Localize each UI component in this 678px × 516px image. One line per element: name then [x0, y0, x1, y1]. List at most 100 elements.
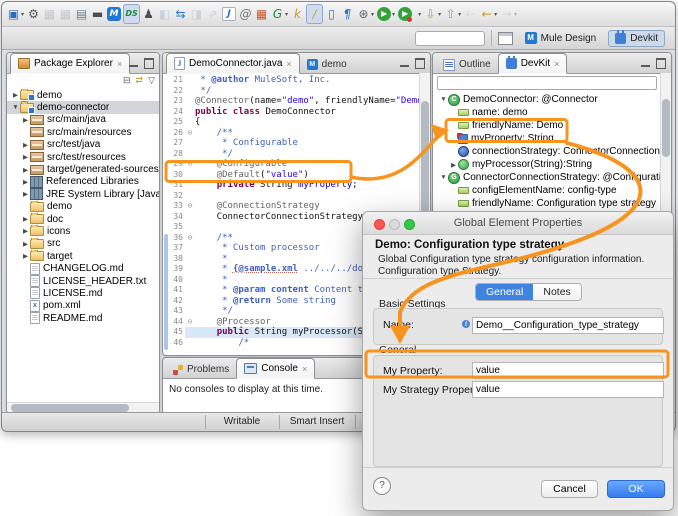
tree-item-demo[interactable]: demo [7, 201, 159, 213]
copy-icon[interactable]: ◧ [157, 5, 172, 23]
dropdown-arrow-icon[interactable]: ▾ [371, 11, 374, 18]
tree-item-target-generated-sources-mule[interactable]: ▶target/generated-sources/mule [7, 163, 159, 175]
profile-icon[interactable]: ▶▾ [397, 5, 422, 23]
minimize-icon[interactable] [129, 58, 138, 67]
save-all-icon[interactable]: ▦ [58, 5, 73, 23]
print-icon[interactable]: ▤ [74, 5, 89, 23]
tree-item-license-md[interactable]: LICENSE.md [7, 287, 159, 299]
code-line-21[interactable]: 21 * @author MuleSoft, Inc. [163, 75, 420, 86]
help-button[interactable]: ? [373, 477, 391, 495]
minimize-window-icon[interactable] [389, 219, 400, 230]
perspective-mule-design[interactable]: Mule Design [519, 30, 603, 46]
forward-icon[interactable]: →▾ [499, 5, 518, 23]
close-icon[interactable]: × [286, 59, 291, 69]
tab-package-explorer[interactable]: Package Explorer × [10, 53, 130, 74]
dropdown-arrow-icon[interactable]: ▾ [418, 11, 421, 18]
tree-item-doc[interactable]: ▶doc [7, 213, 159, 225]
code-line-22[interactable]: 22 */ [163, 86, 420, 97]
open-perspective-icon[interactable] [498, 32, 513, 45]
tree-item-src-main-java[interactable]: ▶src/main/java [7, 114, 159, 126]
close-icon[interactable]: × [302, 364, 307, 374]
perspective-devkit[interactable]: Devkit [608, 30, 665, 47]
tab-console[interactable]: Console × [236, 358, 315, 379]
maximize-icon[interactable] [656, 58, 666, 69]
expand-arrow-icon[interactable]: ▶ [449, 161, 458, 169]
tree-item-src-test-java[interactable]: ▶src/test/java [7, 139, 159, 151]
minimize-icon[interactable] [400, 58, 409, 67]
expand-arrow-icon[interactable]: ▶ [11, 91, 20, 99]
minimize-icon[interactable] [641, 58, 650, 67]
tree-item-jre-system-library-java-se-7[interactable]: ▶JRE System Library [Java SE 7 [7, 188, 159, 200]
scrollbar-thumb[interactable] [662, 99, 670, 157]
tab-democonnector-java[interactable]: DemoConnector.java × [166, 53, 300, 74]
annotation-icon[interactable]: @ [238, 5, 253, 23]
expand-arrow-icon[interactable]: ▼ [439, 174, 448, 181]
code-line-33[interactable]: 33⊖ @ConnectionStrategy [163, 201, 420, 212]
last-edit-location-icon[interactable]: ←▾ [479, 5, 498, 23]
expand-arrow-icon[interactable]: ▼ [11, 104, 20, 111]
close-window-icon[interactable] [374, 219, 385, 230]
expand-arrow-icon[interactable]: ▶ [21, 227, 30, 235]
expand-arrow-icon[interactable]: ▶ [21, 116, 30, 124]
tree-item-referenced-libraries[interactable]: ▶Referenced Libraries [7, 176, 159, 188]
run-icon[interactable]: ▶▾ [376, 5, 396, 23]
generate-icon[interactable]: G▾ [270, 5, 289, 23]
external-tools-icon[interactable]: ⇧▾ [443, 5, 462, 23]
tree-item-src-test-resources[interactable]: ▶src/test/resources [7, 151, 159, 163]
scrollbar-thumb[interactable] [421, 101, 429, 213]
java-element-icon[interactable]: J [221, 5, 237, 23]
tab-problems[interactable]: Problems [166, 360, 236, 379]
code-line-27[interactable]: 27 * Configurable [163, 138, 420, 149]
expand-arrow-icon[interactable]: ▶ [21, 252, 30, 260]
maximize-icon[interactable] [415, 58, 425, 69]
tree-item-friendlyname-configuration-type-strategy[interactable]: friendlyName: Configuration type strateg… [435, 197, 660, 210]
code-line-31[interactable]: 31 private String myProperty; [163, 180, 420, 191]
expand-arrow-icon[interactable]: ▶ [21, 178, 30, 186]
code-line-32[interactable]: 32 [163, 191, 420, 202]
back-icon[interactable]: ← [463, 5, 478, 23]
tab-notes[interactable]: Notes [533, 284, 580, 300]
save-icon[interactable]: ▦ [42, 5, 57, 23]
dropdown-arrow-icon[interactable]: ▾ [514, 11, 517, 18]
my-property-field[interactable] [472, 362, 664, 379]
mark-occurrences-icon[interactable]: / [306, 4, 323, 24]
collapse-all-icon[interactable]: ⊟ [123, 75, 131, 86]
expand-arrow-icon[interactable]: ▼ [439, 96, 448, 103]
tree-item-democonnector-connector[interactable]: ▼CDemoConnector: @Connector [435, 93, 660, 106]
maximize-icon[interactable] [144, 58, 154, 69]
expand-arrow-icon[interactable]: ▶ [21, 215, 30, 223]
share-icon[interactable]: ◨ [189, 5, 204, 23]
ok-button[interactable]: OK [607, 480, 665, 498]
view-menu-icon[interactable]: ▽ [148, 75, 155, 86]
tab-demo[interactable]: demo [300, 55, 354, 74]
expand-arrow-icon[interactable]: ▶ [21, 190, 30, 198]
tree-item-friendlyname-demo[interactable]: friendlyName: Demo [435, 119, 660, 132]
code-line-24[interactable]: 24public class DemoConnector [163, 107, 420, 118]
label-decorator-icon[interactable]: ▬ [90, 5, 105, 23]
tree-item-myprocessor-string-string[interactable]: ▶myProcessor(String):String [435, 158, 660, 171]
settings-gear-icon[interactable]: ⚙ [26, 5, 41, 23]
link-with-editor-icon[interactable]: ⇄ [136, 75, 144, 86]
tree-item-target[interactable]: ▶target [7, 250, 159, 262]
sync-icon[interactable]: ⇆ [173, 5, 188, 23]
tab-outline[interactable]: Outline [436, 55, 498, 74]
tree-item-license-header-txt[interactable]: LICENSE_HEADER.txt [7, 275, 159, 287]
devkit-filter-input[interactable] [437, 76, 657, 90]
push-icon[interactable]: ⇗ [205, 5, 220, 23]
my-strategy-property-field[interactable] [472, 381, 664, 398]
code-line-30[interactable]: 30 @Default("value") [163, 170, 420, 181]
dropdown-arrow-icon[interactable]: ▾ [458, 11, 461, 18]
code-line-23[interactable]: 23@Connector(name="demo", friendlyName="… [163, 96, 420, 107]
block-selection-icon[interactable]: ▯ [324, 5, 339, 23]
expand-arrow-icon[interactable]: ▶ [21, 240, 30, 248]
expand-arrow-icon[interactable]: ▶ [21, 141, 30, 149]
dropdown-arrow-icon[interactable]: ▾ [392, 11, 395, 18]
tree-item-demo[interactable]: ▶demo [7, 89, 159, 101]
code-line-28[interactable]: 28 */ [163, 149, 420, 160]
name-field[interactable] [472, 317, 664, 334]
tree-item-myproperty-string[interactable]: myProperty: String [435, 132, 660, 145]
tree-item-name-demo[interactable]: name: demo [435, 106, 660, 119]
dropdown-arrow-icon[interactable]: ▾ [285, 11, 288, 18]
expand-arrow-icon[interactable]: ▶ [21, 166, 30, 174]
fold-marker-icon[interactable]: ⊖ [185, 201, 195, 212]
